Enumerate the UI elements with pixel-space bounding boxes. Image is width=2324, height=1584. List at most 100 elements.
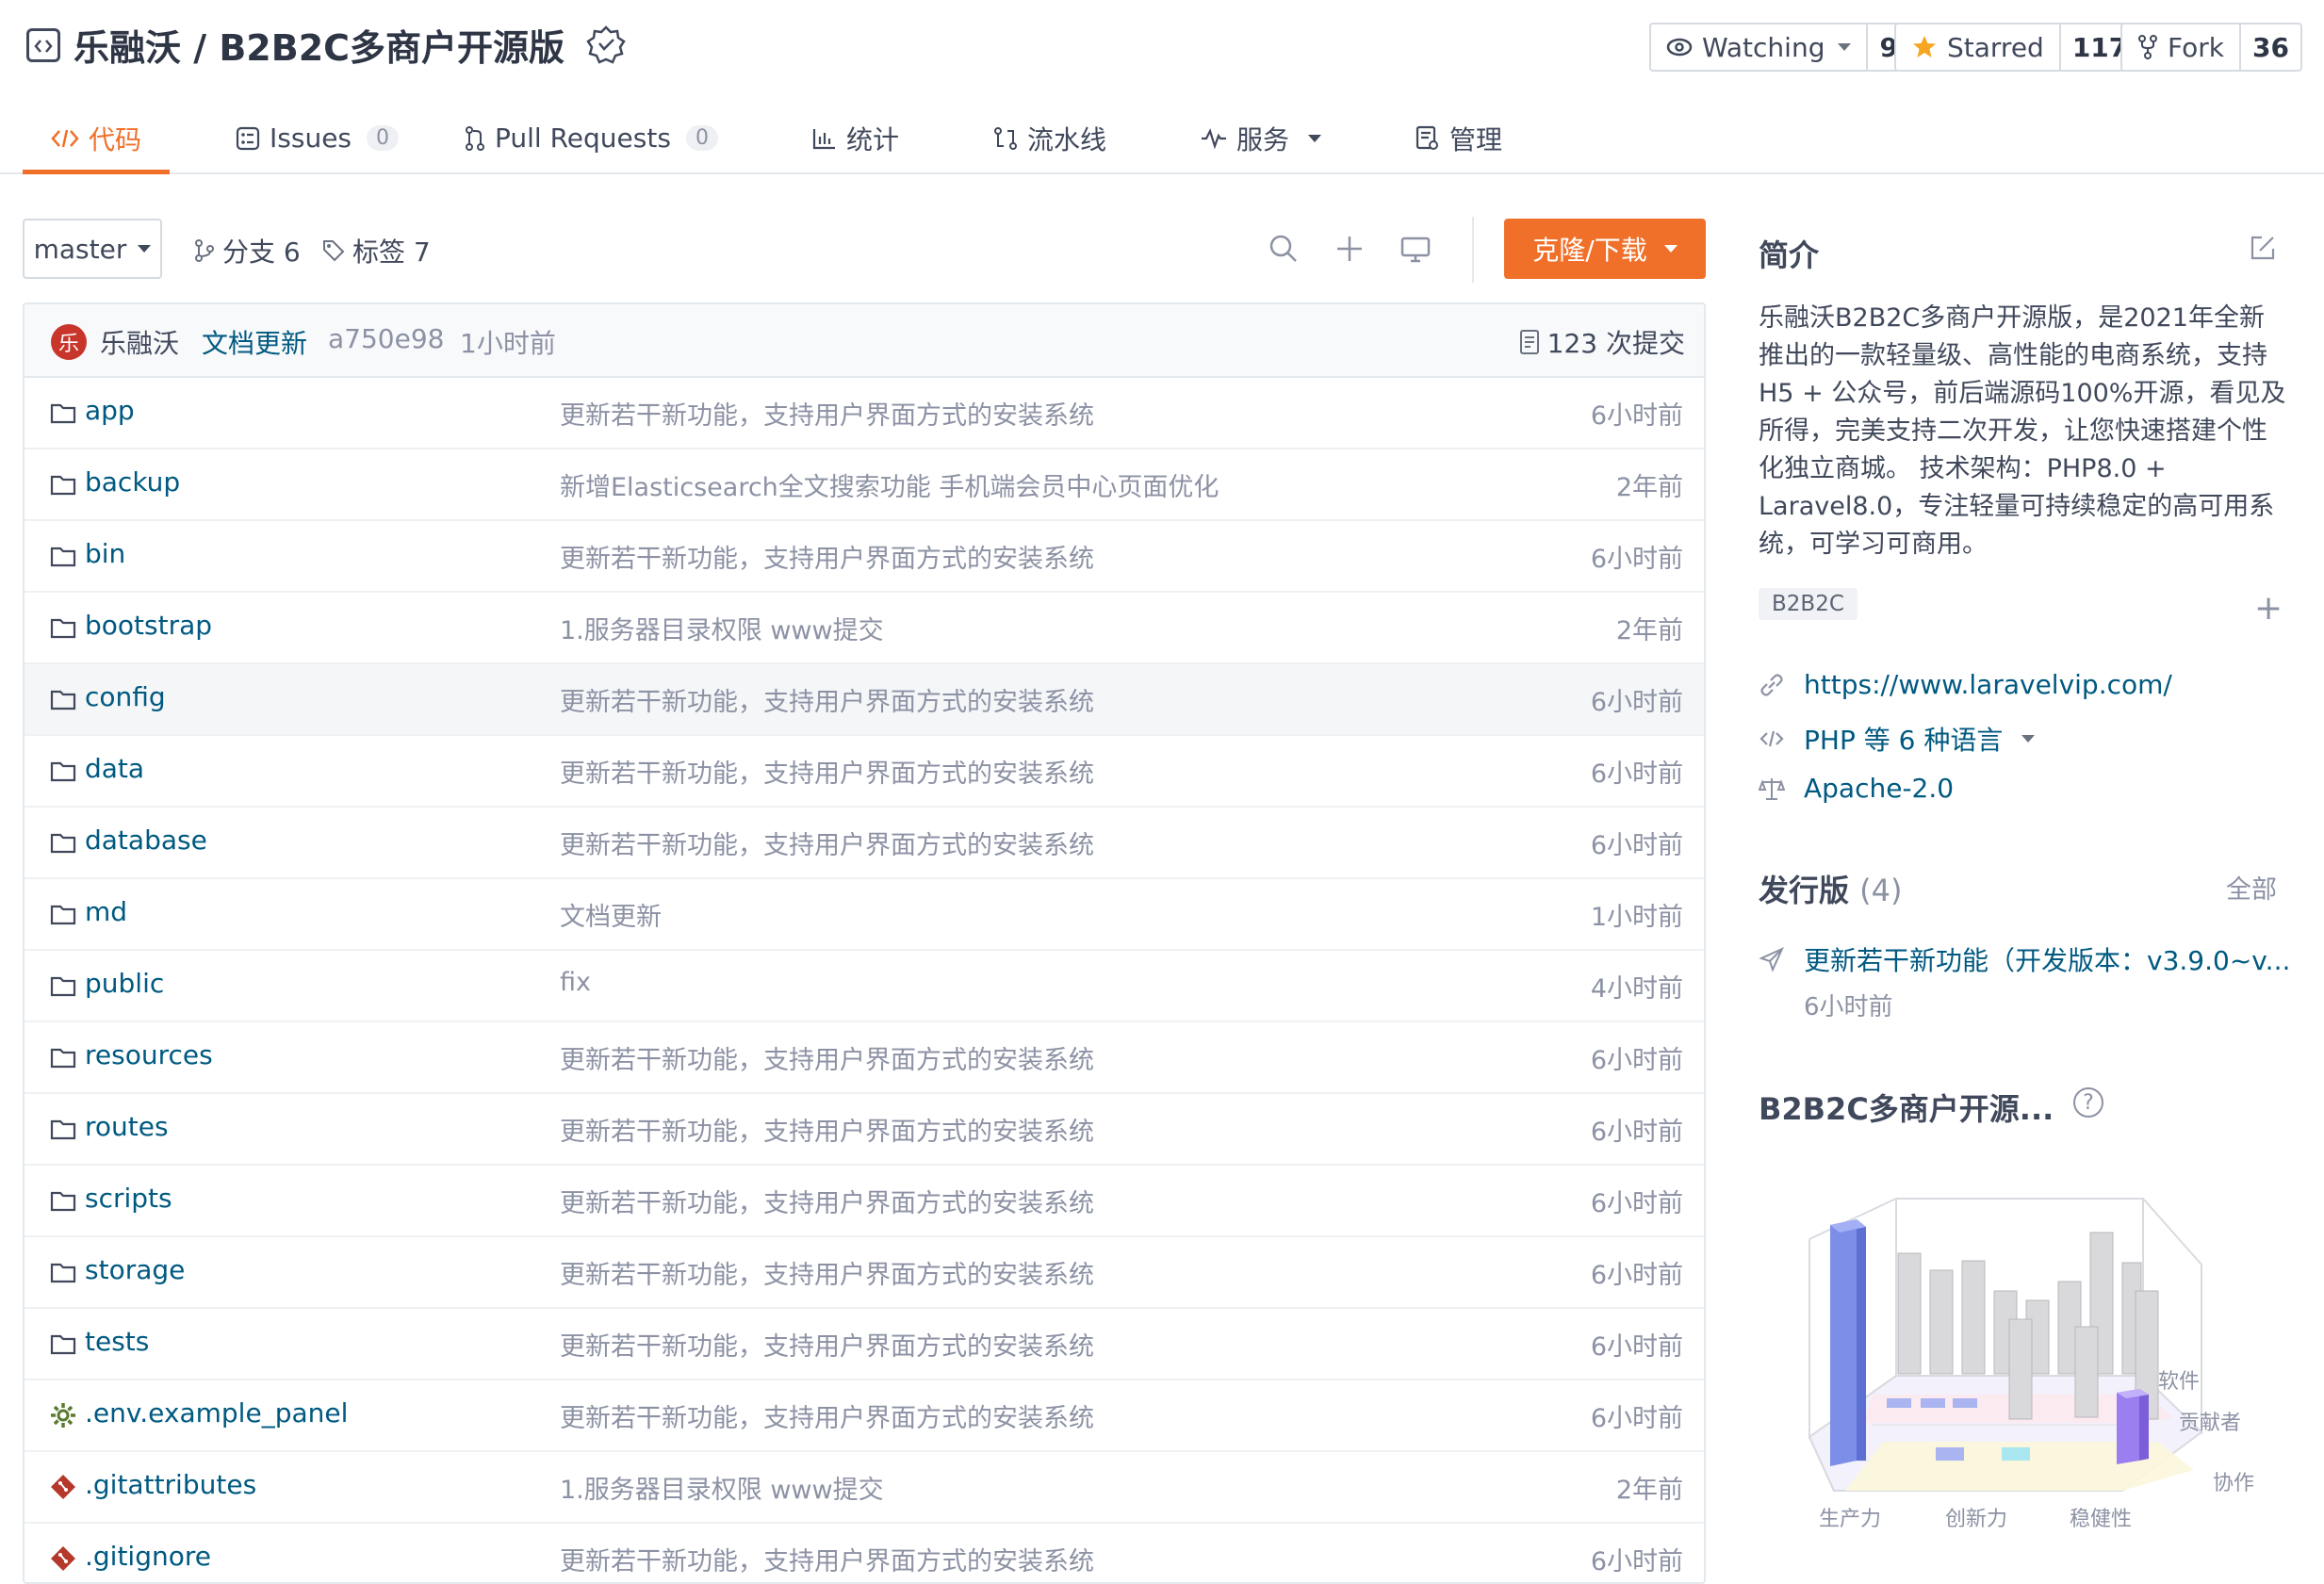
file-row[interactable]: .gitignore 更新若干新功能，支持用户界面方式的安装系统 6小时前 bbox=[25, 1524, 1704, 1582]
file-row[interactable]: app 更新若干新功能，支持用户界面方式的安装系统 6小时前 bbox=[25, 378, 1704, 449]
branch-name: master bbox=[33, 233, 127, 265]
file-name[interactable]: config bbox=[85, 681, 166, 712]
file-commit-message[interactable]: 更新若干新功能，支持用户界面方式的安装系统 bbox=[560, 681, 1094, 718]
tab-pull-requests[interactable]: Pull Requests 0 bbox=[436, 102, 746, 174]
file-name[interactable]: bin bbox=[85, 538, 125, 569]
repo-header: 乐融沃 / B2B2C多商户开源版 Watching 9 Starred 117… bbox=[0, 0, 2324, 174]
commit-count-link[interactable]: 123 次提交 bbox=[1519, 323, 1685, 361]
file-name[interactable]: backup bbox=[85, 466, 180, 498]
file-row[interactable]: scripts 更新若干新功能，支持用户界面方式的安装系统 6小时前 bbox=[25, 1166, 1704, 1237]
file-row[interactable]: backup 新增Elasticsearch全文搜索功能 手机端会员中心页面优化 2… bbox=[25, 449, 1704, 521]
repo-title[interactable]: 乐融沃 / B2B2C多商户开源版 bbox=[74, 19, 565, 71]
help-icon[interactable]: ? bbox=[2073, 1087, 2103, 1118]
tab-stats[interactable]: 统计 bbox=[784, 102, 927, 174]
branches-link[interactable]: 分支 6 bbox=[194, 232, 301, 269]
file-name[interactable]: bootstrap bbox=[85, 610, 212, 641]
file-name[interactable]: storage bbox=[85, 1254, 185, 1285]
tags-link[interactable]: 标签 7 bbox=[322, 232, 431, 269]
file-name[interactable]: .gitattributes bbox=[85, 1469, 256, 1500]
file-commit-message[interactable]: 更新若干新功能，支持用户界面方式的安装系统 bbox=[560, 1183, 1094, 1219]
license-link[interactable]: Apache-2.0 bbox=[1759, 773, 1954, 804]
file-commit-time: 6小时前 bbox=[1590, 1118, 1683, 1147]
file-name[interactable]: public bbox=[85, 968, 164, 999]
file-commit-message[interactable]: 更新若干新功能，支持用户界面方式的安装系统 bbox=[560, 1326, 1094, 1363]
send-icon bbox=[1759, 946, 1785, 972]
license-name[interactable]: Apache-2.0 bbox=[1804, 773, 1954, 804]
file-name[interactable]: resources bbox=[85, 1039, 213, 1070]
file-row[interactable]: tests 更新若干新功能，支持用户界面方式的安装系统 6小时前 bbox=[25, 1309, 1704, 1380]
file-row[interactable]: bootstrap 1.服务器目录权限 www提交 2年前 bbox=[25, 593, 1704, 664]
branch-select[interactable]: master bbox=[23, 219, 162, 279]
website-link[interactable]: https://www.laravelvip.com/ bbox=[1759, 669, 2172, 700]
commit-author[interactable]: 乐融沃 bbox=[100, 323, 179, 361]
file-name[interactable]: routes bbox=[85, 1111, 169, 1142]
file-row[interactable]: .env.example_panel 更新若干新功能，支持用户界面方式的安装系统 6… bbox=[25, 1380, 1704, 1452]
file-row[interactable]: md 文档更新 1小时前 bbox=[25, 879, 1704, 951]
commit-sha[interactable]: a750e98 bbox=[328, 323, 444, 354]
chevron-down-icon bbox=[1838, 43, 1852, 51]
fork-count[interactable]: 36 bbox=[2241, 24, 2300, 70]
tab-code[interactable]: 代码 bbox=[23, 102, 171, 174]
file-row[interactable]: .gitattributes 1.服务器目录权限 www提交 2年前 bbox=[25, 1452, 1704, 1524]
file-commit-message[interactable]: fix bbox=[560, 968, 591, 997]
file-name[interactable]: database bbox=[85, 825, 207, 856]
file-commit-message[interactable]: 更新若干新功能，支持用户界面方式的安装系统 bbox=[560, 1111, 1094, 1148]
file-row[interactable]: bin 更新若干新功能，支持用户界面方式的安装系统 6小时前 bbox=[25, 521, 1704, 593]
file-commit-message[interactable]: 更新若干新功能，支持用户界面方式的安装系统 bbox=[560, 825, 1094, 861]
file-row[interactable]: storage 更新若干新功能，支持用户界面方式的安装系统 6小时前 bbox=[25, 1237, 1704, 1309]
tab-manage[interactable]: 管理 bbox=[1387, 102, 1530, 174]
file-name[interactable]: md bbox=[85, 896, 127, 927]
file-commit-message[interactable]: 更新若干新功能，支持用户界面方式的安装系统 bbox=[560, 538, 1094, 575]
file-row[interactable]: database 更新若干新功能，支持用户界面方式的安装系统 6小时前 bbox=[25, 808, 1704, 879]
file-name[interactable]: .gitignore bbox=[85, 1541, 211, 1572]
file-commit-time: 6小时前 bbox=[1590, 401, 1683, 431]
file-commit-message[interactable]: 更新若干新功能，支持用户界面方式的安装系统 bbox=[560, 1254, 1094, 1291]
edit-icon[interactable] bbox=[2249, 234, 2277, 262]
watch-button[interactable]: Watching 9 bbox=[1649, 23, 1911, 72]
file-name[interactable]: tests bbox=[85, 1326, 149, 1357]
avatar[interactable]: 乐 bbox=[51, 324, 87, 360]
add-file-icon[interactable] bbox=[1333, 232, 1367, 266]
fork-button[interactable]: Fork 36 bbox=[2120, 23, 2302, 72]
file-commit-message[interactable]: 更新若干新功能，支持用户界面方式的安装系统 bbox=[560, 1397, 1094, 1434]
file-commit-message[interactable]: 更新若干新功能，支持用户界面方式的安装系统 bbox=[560, 753, 1094, 790]
folder-icon bbox=[49, 1186, 77, 1215]
file-row[interactable]: data 更新若干新功能，支持用户界面方式的安装系统 6小时前 bbox=[25, 736, 1704, 808]
add-topic-icon[interactable]: + bbox=[2254, 592, 2283, 626]
file-commit-message[interactable]: 更新若干新功能，支持用户界面方式的安装系统 bbox=[560, 1039, 1094, 1076]
file-commit-message[interactable]: 1.服务器目录权限 www提交 bbox=[560, 1469, 884, 1506]
file-commit-message[interactable]: 新增Elasticsearch全文搜索功能 手机端会员中心页面优化 bbox=[560, 466, 1219, 503]
git-file-icon bbox=[49, 1544, 77, 1573]
file-name[interactable]: scripts bbox=[85, 1183, 172, 1214]
website-url[interactable]: https://www.laravelvip.com/ bbox=[1804, 669, 2172, 700]
repo-index-3d-chart: 生产力 创新力 稳健性 软件 贡献者 协作 bbox=[1759, 1159, 2286, 1545]
latest-release[interactable]: 更新若干新功能（开发版本：v3.9.0~v... bbox=[1759, 940, 2290, 978]
all-releases-link[interactable]: 全部 bbox=[2226, 869, 2277, 906]
file-row[interactable]: routes 更新若干新功能，支持用户界面方式的安装系统 6小时前 bbox=[25, 1094, 1704, 1166]
release-name[interactable]: 更新若干新功能（开发版本：v3.9.0~v... bbox=[1804, 940, 2290, 978]
search-icon[interactable] bbox=[1267, 232, 1301, 266]
commit-message[interactable]: 文档更新 bbox=[202, 323, 307, 361]
star-button[interactable]: Starred 117 bbox=[1894, 23, 2141, 72]
file-commit-message[interactable]: 1.服务器目录权限 www提交 bbox=[560, 610, 884, 646]
file-row[interactable]: public fix 4小时前 bbox=[25, 951, 1704, 1022]
file-row[interactable]: config 更新若干新功能，支持用户界面方式的安装系统 6小时前 bbox=[25, 664, 1704, 736]
file-commit-message[interactable]: 更新若干新功能，支持用户界面方式的安装系统 bbox=[560, 395, 1094, 432]
file-commit-message[interactable]: 文档更新 bbox=[560, 896, 662, 933]
web-ide-icon[interactable] bbox=[1399, 232, 1432, 266]
file-name[interactable]: .env.example_panel bbox=[85, 1397, 348, 1429]
topic-tag[interactable]: B2B2C bbox=[1759, 588, 1858, 620]
file-commit-message[interactable]: 更新若干新功能，支持用户界面方式的安装系统 bbox=[560, 1541, 1094, 1577]
file-row[interactable]: resources 更新若干新功能，支持用户界面方式的安装系统 6小时前 bbox=[25, 1022, 1704, 1094]
file-commit-time: 6小时前 bbox=[1590, 831, 1683, 860]
tab-service[interactable]: 服务 bbox=[1172, 102, 1350, 174]
repo-code-icon bbox=[26, 28, 60, 62]
language-label[interactable]: PHP 等 6 种语言 bbox=[1804, 720, 2003, 758]
tab-issues[interactable]: Issues 0 bbox=[207, 102, 427, 174]
folder-icon bbox=[49, 685, 77, 713]
clone-download-button[interactable]: 克隆/下载 bbox=[1504, 219, 1706, 279]
language-stats[interactable]: PHP 等 6 种语言 bbox=[1759, 720, 2036, 758]
file-name[interactable]: app bbox=[85, 395, 135, 426]
file-name[interactable]: data bbox=[85, 753, 144, 784]
tab-pipeline[interactable]: 流水线 bbox=[965, 102, 1135, 174]
